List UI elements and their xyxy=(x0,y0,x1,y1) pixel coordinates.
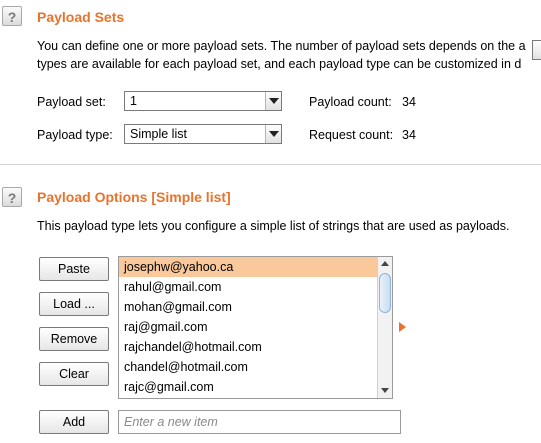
scroll-up-icon[interactable] xyxy=(378,257,392,271)
payload-options-description: This payload type lets you configure a s… xyxy=(37,219,510,233)
list-item[interactable]: chandel@hotmail.com xyxy=(119,357,392,377)
list-item[interactable]: mohan@gmail.com xyxy=(119,297,392,317)
payload-type-select[interactable]: Simple list xyxy=(124,124,282,144)
payload-type-value: Simple list xyxy=(130,127,187,141)
scroll-down-icon[interactable] xyxy=(378,384,392,398)
add-button[interactable]: Add xyxy=(39,410,109,434)
section-divider xyxy=(0,164,541,165)
list-item[interactable]: rajc@gmail.com xyxy=(119,377,392,397)
remove-button[interactable]: Remove xyxy=(39,327,109,351)
list-item[interactable]: josephw@yahoo.ca xyxy=(119,257,392,277)
load-button[interactable]: Load ... xyxy=(39,292,109,316)
help-icon[interactable]: ? xyxy=(2,6,22,26)
request-count-label: Request count: xyxy=(309,128,394,142)
list-scrollbar[interactable] xyxy=(377,257,392,398)
scroll-edge-widget[interactable] xyxy=(532,40,541,60)
payload-count-label: Payload count: xyxy=(309,95,392,109)
payload-set-value: 1 xyxy=(130,94,137,108)
payload-sets-title: Payload Sets xyxy=(37,9,125,25)
payload-type-label: Payload type: xyxy=(37,128,113,142)
arrow-right-icon xyxy=(399,322,406,332)
payload-sets-description-line2: types are available for each payload set… xyxy=(37,57,522,71)
chevron-down-icon[interactable] xyxy=(265,92,281,110)
payload-options-title: Payload Options [Simple list] xyxy=(37,189,231,205)
payload-set-select[interactable]: 1 xyxy=(124,91,282,111)
payload-sets-description-line1: You can define one or more payload sets.… xyxy=(37,39,526,53)
clear-button[interactable]: Clear xyxy=(39,362,109,386)
payload-count-value: 34 xyxy=(402,95,416,109)
chevron-down-icon[interactable] xyxy=(265,125,281,143)
list-item[interactable]: raj@gmail.com xyxy=(119,317,392,337)
new-item-input[interactable] xyxy=(118,410,401,434)
list-item[interactable]: rajchandel@hotmail.com xyxy=(119,337,392,357)
payload-list[interactable]: josephw@yahoo.ca rahul@gmail.com mohan@g… xyxy=(118,256,393,399)
help-icon[interactable]: ? xyxy=(2,187,22,207)
list-item[interactable]: rahul@gmail.com xyxy=(119,277,392,297)
request-count-value: 34 xyxy=(402,128,416,142)
paste-button[interactable]: Paste xyxy=(39,257,109,281)
payload-set-label: Payload set: xyxy=(37,95,106,109)
scrollbar-thumb[interactable] xyxy=(379,273,391,313)
